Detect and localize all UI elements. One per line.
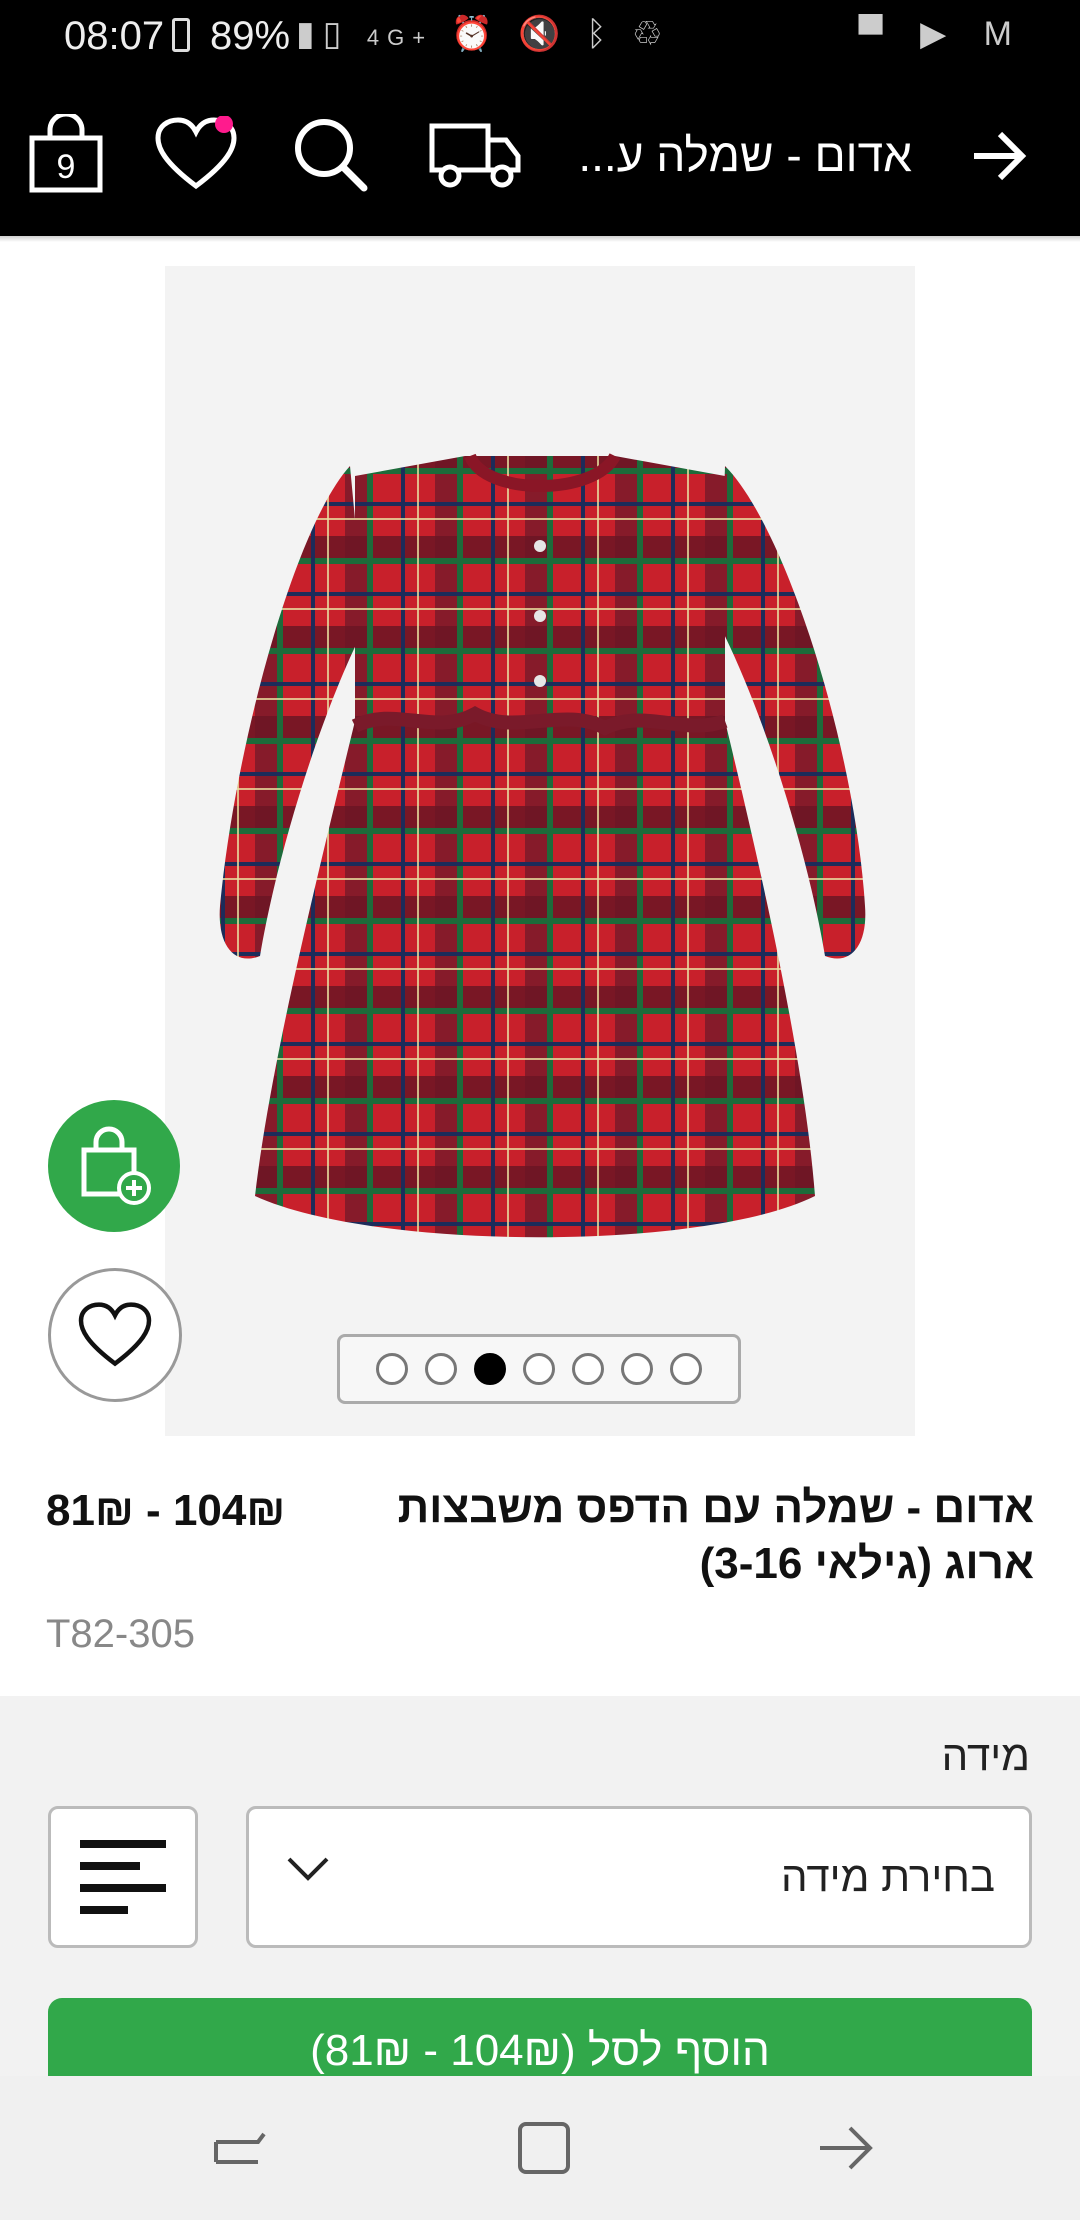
youtube-icon: ▶ bbox=[920, 15, 961, 53]
recycle-icon: ♲ bbox=[631, 15, 671, 53]
alarm-icon: ⏰ bbox=[450, 15, 501, 53]
wishlist-button[interactable] bbox=[154, 112, 238, 196]
status-time: 08:07 bbox=[64, 14, 165, 58]
gmail-icon: M bbox=[983, 15, 1026, 53]
product-image bbox=[219, 452, 866, 1238]
gallery-dot-6[interactable] bbox=[621, 1353, 653, 1385]
status-bar: 08:07 89% ▮▯ 4G+ ⏰ 🔇 ᛒ ♲ ▀ ▶ M bbox=[0, 0, 1080, 72]
gallery-dot-7[interactable] bbox=[670, 1353, 702, 1385]
size-select[interactable]: בחירת מידה bbox=[246, 1806, 1032, 1948]
product-title: אדום - שמלה עם הדפס משבצות ארוג (גילאי 3… bbox=[397, 1483, 1034, 1588]
status-icons: ▮▯ 4G+ ⏰ 🔇 ᛒ ♲ bbox=[296, 14, 670, 54]
bluetooth-icon: ᛒ bbox=[586, 15, 615, 53]
notification-icons: ▀ ▶ M bbox=[859, 14, 1026, 54]
size-select-value: בחירת מידה bbox=[781, 1853, 995, 1900]
back-icon[interactable] bbox=[814, 2116, 878, 2180]
add-to-wishlist-button[interactable] bbox=[48, 1268, 182, 1402]
search-icon bbox=[295, 119, 368, 192]
home-icon[interactable] bbox=[512, 2116, 576, 2180]
size-guide-button[interactable] bbox=[48, 1806, 198, 1948]
mute-icon: 🔇 bbox=[518, 15, 569, 53]
search-button[interactable] bbox=[290, 112, 370, 196]
product-price: 104₪ - 81₪ bbox=[46, 1486, 286, 1535]
shopping-bag-icon: 9 bbox=[29, 114, 103, 193]
header-title: אדום - שמלה ע... bbox=[578, 129, 912, 181]
bag-count: 9 bbox=[57, 148, 76, 186]
gallery-pagination[interactable] bbox=[337, 1334, 741, 1404]
gallery-dot-1[interactable] bbox=[376, 1353, 408, 1385]
size-label: מידה bbox=[941, 1732, 1030, 1779]
gallery-dot-4[interactable] bbox=[523, 1353, 555, 1385]
network-label: 4G+ bbox=[366, 25, 434, 50]
quick-add-to-bag-button[interactable] bbox=[48, 1100, 180, 1232]
app-header: 9 אדום - שמלה ע... bbox=[0, 72, 1080, 236]
battery-icon bbox=[172, 18, 190, 52]
shopping-bag-button[interactable]: 9 bbox=[28, 112, 104, 196]
message-icon: ▀ bbox=[858, 15, 897, 53]
size-guide-icon bbox=[80, 1840, 166, 1914]
product-image-gallery[interactable] bbox=[165, 266, 915, 1436]
gallery-dot-5[interactable] bbox=[572, 1353, 604, 1385]
chevron-down-icon bbox=[287, 1857, 329, 1881]
heart-icon bbox=[155, 116, 237, 190]
delivery-button[interactable] bbox=[428, 112, 524, 196]
battery-percent: 89% bbox=[210, 14, 291, 58]
recent-apps-icon[interactable] bbox=[208, 2116, 272, 2180]
heart-outline-icon bbox=[78, 1302, 152, 1367]
gallery-dot-3[interactable] bbox=[474, 1353, 506, 1385]
signal-icon: ▮▯ bbox=[296, 15, 350, 53]
back-arrow-icon[interactable] bbox=[968, 126, 1028, 186]
gallery-dot-2[interactable] bbox=[425, 1353, 457, 1385]
system-nav-bar bbox=[0, 2076, 1080, 2220]
bag-plus-icon bbox=[81, 1126, 151, 1205]
product-sku: T82-305 bbox=[46, 1612, 195, 1656]
truck-icon bbox=[429, 123, 521, 188]
header-shadow bbox=[0, 236, 1080, 242]
size-panel: מידה בחירת מידה הוסף לסל (104₪ - 81₪) bbox=[0, 1696, 1080, 2108]
